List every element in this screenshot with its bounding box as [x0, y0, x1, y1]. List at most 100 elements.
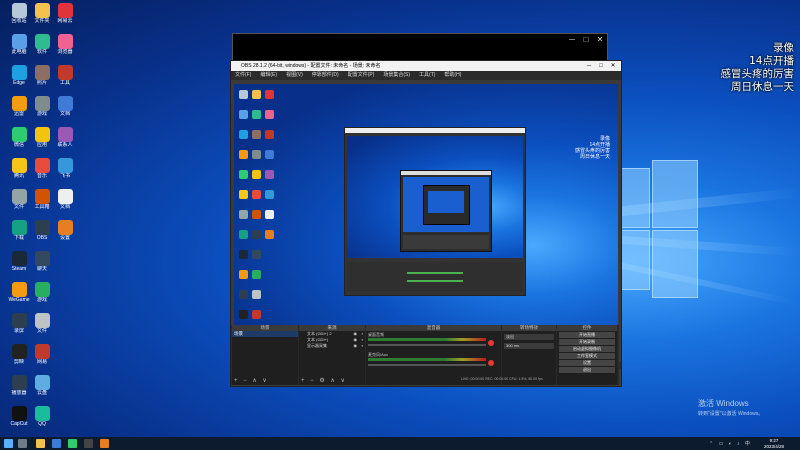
- menu-item[interactable]: 视图(V): [286, 71, 303, 80]
- overlay-line-2: 14点开播: [749, 55, 794, 67]
- start-recording-button[interactable]: 开始录制: [559, 339, 615, 345]
- desktop-icon[interactable]: 文件: [27, 313, 57, 339]
- desktop-icon[interactable]: 云盘: [27, 375, 57, 401]
- app-icon[interactable]: [100, 439, 109, 448]
- preview-app-icon: [252, 230, 261, 239]
- desktop-icon-label: 文件: [36, 328, 47, 334]
- desktop-icon-label: 网易: [36, 359, 47, 365]
- app-icon: [34, 282, 50, 297]
- settings-button[interactable]: 设置: [559, 360, 615, 366]
- preview-app-icon: [265, 210, 274, 219]
- controls-title: 控件: [557, 325, 617, 331]
- menu-item[interactable]: 工具(T): [419, 71, 435, 80]
- transition-select[interactable]: 淡出: [504, 334, 554, 340]
- minimize-icon[interactable]: ─: [583, 61, 595, 71]
- mute-icon[interactable]: [488, 360, 494, 366]
- mic-audio-slider[interactable]: [368, 364, 486, 366]
- maximize-icon[interactable]: □: [595, 61, 607, 71]
- obs-title-text: OBS 28.1.2 (64-bit, windows) - 配置文件: 未命名…: [241, 63, 381, 69]
- preview-app-icon: [239, 290, 248, 299]
- desktop-icon[interactable]: 浏览器: [50, 34, 80, 60]
- desktop-icon[interactable]: 文档: [50, 96, 80, 122]
- duration-input[interactable]: 300 ms: [504, 343, 554, 349]
- desktop-audio-slider[interactable]: [368, 344, 486, 346]
- stream-overlay-text: 录像 14点开播 感冒头疼的厉害 周日休息一天: [721, 42, 795, 94]
- desktop-icon[interactable]: 联系人: [50, 127, 80, 153]
- app-icon: [34, 3, 50, 18]
- folder-icon[interactable]: [36, 439, 45, 448]
- close-icon[interactable]: ✕: [593, 34, 607, 46]
- taskbar-clock[interactable]: 9:27 2023/4/28: [764, 438, 784, 449]
- desktop-icon-label: 聊天: [36, 266, 47, 272]
- source-item-label: 显示器采集: [307, 343, 327, 348]
- start-icon[interactable]: [4, 439, 13, 448]
- eye-icon[interactable]: ◉: [354, 343, 358, 349]
- nested-obs-window: [344, 127, 526, 296]
- desktop-icon[interactable]: 网易: [27, 344, 57, 370]
- obs-docks: 场景 场景 + − ∧ ∨ 来源 文本 (GDI+) 2 ◉ ▪ 文本 (GDI+) ◉…: [231, 325, 619, 385]
- menu-item[interactable]: 编辑(E): [260, 71, 277, 80]
- start-streaming-button[interactable]: 开始直播: [559, 332, 615, 338]
- desktop-icon[interactable]: 聊天: [27, 251, 57, 277]
- desktop-icon-label: 文档: [59, 111, 70, 117]
- preview-app-icon: [265, 170, 274, 179]
- preview-app-icon: [252, 290, 261, 299]
- overlay-line-4: 周日休息一天: [731, 81, 794, 93]
- obs-preview-canvas[interactable]: 录像 14点开播 感冒头疼的厉害 周日休息一天: [234, 84, 618, 362]
- tray-icons[interactable]: ⌃ ▭ ◐ ♪ 中: [709, 440, 752, 447]
- desktop-icon[interactable]: 工具: [50, 65, 80, 91]
- source-toolbar[interactable]: + − ⚙ ∧ ∨: [301, 377, 347, 384]
- desktop-icon-label: 飞书: [59, 173, 70, 179]
- watermark-title: 激活 Windows: [698, 399, 749, 408]
- watermark-subtitle: 转到"设置"以激活 Windows。: [698, 411, 764, 417]
- desktop-icon[interactable]: 网易云: [50, 3, 80, 29]
- minimize-icon[interactable]: ─: [565, 34, 579, 46]
- search-icon[interactable]: [18, 439, 27, 448]
- exit-button[interactable]: 退出: [559, 367, 615, 373]
- menu-item[interactable]: 停靠部件(D): [312, 71, 339, 80]
- desktop-icon[interactable]: 游戏: [27, 282, 57, 308]
- desktop-icon[interactable]: 飞书: [50, 158, 80, 184]
- app-icon: [34, 158, 50, 173]
- app-icon[interactable]: [68, 439, 77, 448]
- maximize-icon[interactable]: □: [579, 34, 593, 46]
- app-icon: [11, 34, 27, 49]
- preview-app-icon: [265, 150, 274, 159]
- app-icon: [11, 406, 27, 421]
- obs-menu-bar: 文件(F) 编辑(E) 视图(V) 停靠部件(D) 配置文件(P) 场景集合(S) 工具(T…: [231, 71, 621, 80]
- studio-mode-button[interactable]: 工作室模式: [559, 353, 615, 359]
- obs-title-bar[interactable]: OBS 28.1.2 (64-bit, windows) - 配置文件: 未命名…: [231, 61, 621, 71]
- preview-app-icon: [252, 250, 261, 259]
- scene-item[interactable]: 场景: [232, 331, 298, 337]
- app-icon: [11, 344, 27, 359]
- app-icon: [11, 313, 27, 328]
- desktop-icon[interactable]: 设置: [50, 220, 80, 246]
- virtual-camera-button[interactable]: 启动虚拟摄像机: [559, 346, 615, 352]
- preview-overlay-line-4: 周日休息一天: [579, 154, 610, 160]
- desktop-icon-label: 游戏: [36, 297, 47, 303]
- scene-toolbar[interactable]: + − ∧ ∨: [234, 377, 269, 384]
- lock-icon[interactable]: ▪: [362, 343, 363, 349]
- preview-app-icon: [252, 270, 261, 279]
- menu-item[interactable]: 帮助(H): [444, 71, 461, 80]
- desktop-icon[interactable]: QQ: [27, 406, 57, 432]
- app-icon: [34, 96, 50, 111]
- menu-item[interactable]: 场景集合(S): [383, 71, 410, 80]
- menu-item[interactable]: 文件(F): [235, 71, 251, 80]
- desktop-icon-label: 联系人: [57, 142, 73, 148]
- close-icon[interactable]: ✕: [607, 61, 619, 71]
- desktop-icon-label: 云盘: [36, 390, 47, 396]
- preview-app-icon: [239, 190, 248, 199]
- desktop-icon[interactable]: 文档: [50, 189, 80, 215]
- obs-icon[interactable]: [84, 439, 93, 448]
- preview-app-icon: [265, 90, 274, 99]
- source-item[interactable]: 显示器采集 ◉ ▪: [299, 343, 365, 349]
- app-icon[interactable]: [52, 439, 61, 448]
- preview-app-icon: [252, 310, 261, 319]
- mute-icon[interactable]: [488, 340, 494, 346]
- menu-item[interactable]: 配置文件(P): [348, 71, 375, 80]
- transitions-title: 转场特效: [502, 325, 556, 331]
- preview-app-icon: [239, 230, 248, 239]
- desktop-icon-label: 设置: [59, 235, 70, 241]
- app-icon: [34, 313, 50, 328]
